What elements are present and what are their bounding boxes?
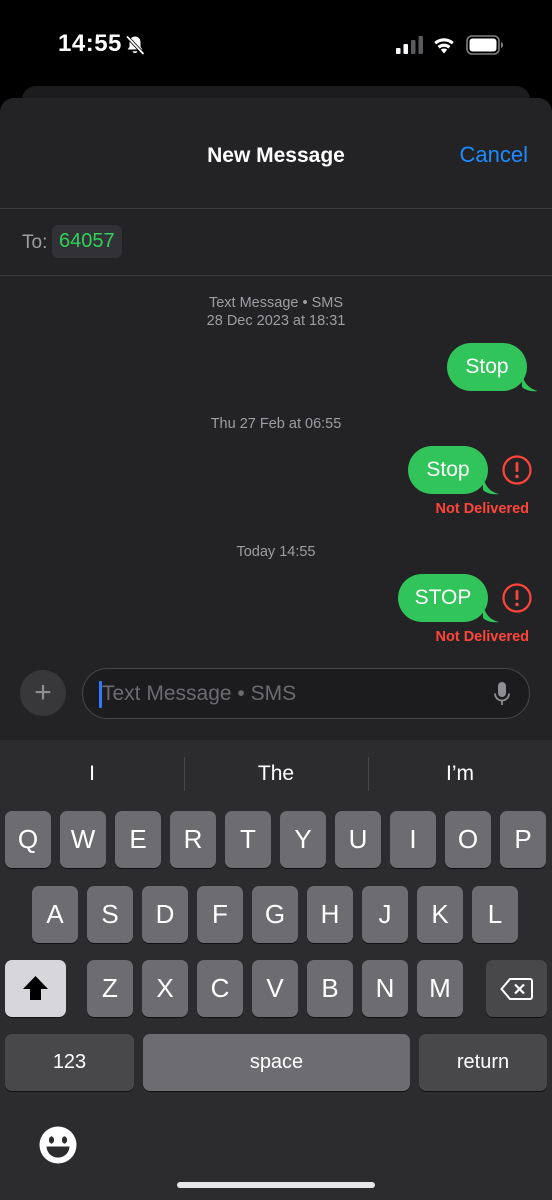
key-o[interactable]: O	[445, 811, 491, 868]
key-n[interactable]: N	[362, 960, 408, 1017]
key-k[interactable]: K	[417, 886, 463, 943]
key-z[interactable]: Z	[87, 960, 133, 1017]
key-x[interactable]: X	[142, 960, 188, 1017]
status-bar: 14:55	[0, 0, 552, 90]
key-v[interactable]: V	[252, 960, 298, 1017]
error-icon[interactable]	[502, 455, 532, 485]
add-attachment-button[interactable]: +	[20, 670, 66, 716]
suggestion-item[interactable]: The	[184, 762, 368, 786]
timestamp: Thu 27 Feb at 06:55	[210, 416, 342, 432]
cancel-button[interactable]: Cancel	[460, 142, 528, 168]
bubble-tail	[522, 374, 538, 392]
return-key[interactable]: return	[419, 1034, 547, 1091]
message-bubble[interactable]: STOP	[398, 574, 488, 622]
message-placeholder: Text Message • SMS	[102, 682, 297, 705]
timestamp: Today 14:55	[236, 544, 316, 560]
divider	[0, 275, 552, 276]
space-key[interactable]: space	[143, 1034, 410, 1091]
delivery-status: Not Delivered	[435, 629, 529, 645]
home-indicator[interactable]	[177, 1182, 375, 1188]
message-bubble[interactable]: Stop	[408, 446, 488, 494]
cellular-signal-icon	[396, 36, 423, 54]
emoji-icon[interactable]	[38, 1125, 78, 1165]
delete-key[interactable]	[486, 960, 547, 1017]
key-g[interactable]: G	[252, 886, 298, 943]
timestamp: 28 Dec 2023 at 18:31	[206, 313, 346, 329]
keyboard: I The I’m Q W E R T Y U I O P A S D F G …	[0, 740, 552, 1200]
error-icon[interactable]	[502, 583, 532, 613]
bubble-tail	[483, 477, 499, 495]
divider	[0, 208, 552, 209]
key-c[interactable]: C	[197, 960, 243, 1017]
key-l[interactable]: L	[472, 886, 518, 943]
status-time: 14:55	[58, 30, 122, 57]
shift-key[interactable]	[5, 960, 66, 1017]
key-e[interactable]: E	[115, 811, 161, 868]
suggestion-item[interactable]: I’m	[368, 762, 552, 786]
suggestion-item[interactable]: I	[0, 762, 184, 786]
key-d[interactable]: D	[142, 886, 188, 943]
key-w[interactable]: W	[60, 811, 106, 868]
service-label: Text Message • SMS	[208, 295, 343, 311]
delivery-status: Not Delivered	[435, 501, 529, 517]
key-j[interactable]: J	[362, 886, 408, 943]
key-p[interactable]: P	[500, 811, 546, 868]
key-r[interactable]: R	[170, 811, 216, 868]
numbers-key[interactable]: 123	[5, 1034, 134, 1091]
bell-slash-icon	[125, 35, 145, 56]
key-h[interactable]: H	[307, 886, 353, 943]
battery-icon	[466, 35, 503, 55]
wifi-icon	[434, 38, 454, 54]
plus-icon: +	[34, 676, 52, 709]
key-i[interactable]: I	[390, 811, 436, 868]
recipient-chip[interactable]: 64057	[52, 225, 122, 258]
key-f[interactable]: F	[197, 886, 243, 943]
key-s[interactable]: S	[87, 886, 133, 943]
bubble-tail	[483, 605, 499, 623]
delete-backward-icon	[500, 978, 533, 1000]
message-input[interactable]: Text Message • SMS	[82, 668, 530, 719]
microphone-icon[interactable]	[493, 681, 511, 707]
key-a[interactable]: A	[32, 886, 78, 943]
message-bubble[interactable]: Stop	[447, 343, 527, 391]
key-t[interactable]: T	[225, 811, 271, 868]
shift-icon	[23, 976, 48, 1000]
to-label: To:	[22, 232, 48, 253]
key-q[interactable]: Q	[5, 811, 51, 868]
key-m[interactable]: M	[417, 960, 463, 1017]
key-y[interactable]: Y	[280, 811, 326, 868]
key-b[interactable]: B	[307, 960, 353, 1017]
key-u[interactable]: U	[335, 811, 381, 868]
